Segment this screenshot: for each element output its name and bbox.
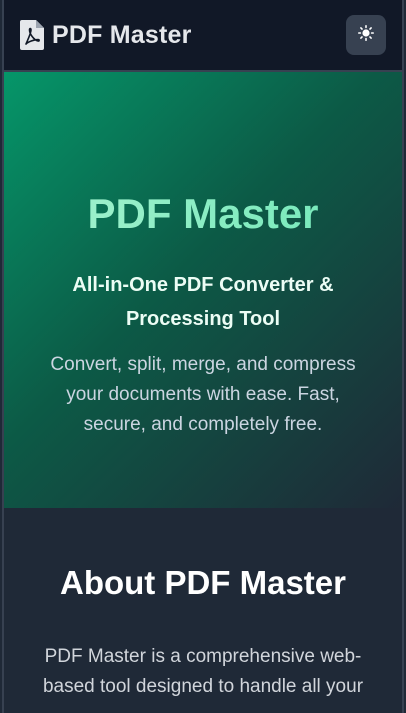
brand[interactable]: PDF Master: [20, 20, 192, 50]
hero-section: PDF Master All-in-One PDF Converter & Pr…: [4, 72, 402, 508]
file-pdf-icon: [20, 20, 44, 50]
hero-title: PDF Master: [4, 190, 402, 238]
sun-icon: [358, 24, 374, 46]
hero-description: Convert, split, merge, and compress your…: [50, 354, 356, 435]
theme-toggle-button[interactable]: [346, 15, 386, 55]
app-frame: PDF Master PDF Master All-in-One PDF Con…: [2, 0, 404, 713]
top-navbar: PDF Master: [4, 0, 402, 72]
about-section: About PDF Master PDF Master is a compreh…: [4, 508, 402, 702]
about-text: PDF Master is a comprehensive web-based …: [42, 646, 364, 697]
about-title: About PDF Master: [59, 564, 346, 601]
app-title: PDF Master: [52, 20, 192, 49]
hero-subtitle: All-in-One PDF Converter & Processing To…: [72, 274, 334, 330]
